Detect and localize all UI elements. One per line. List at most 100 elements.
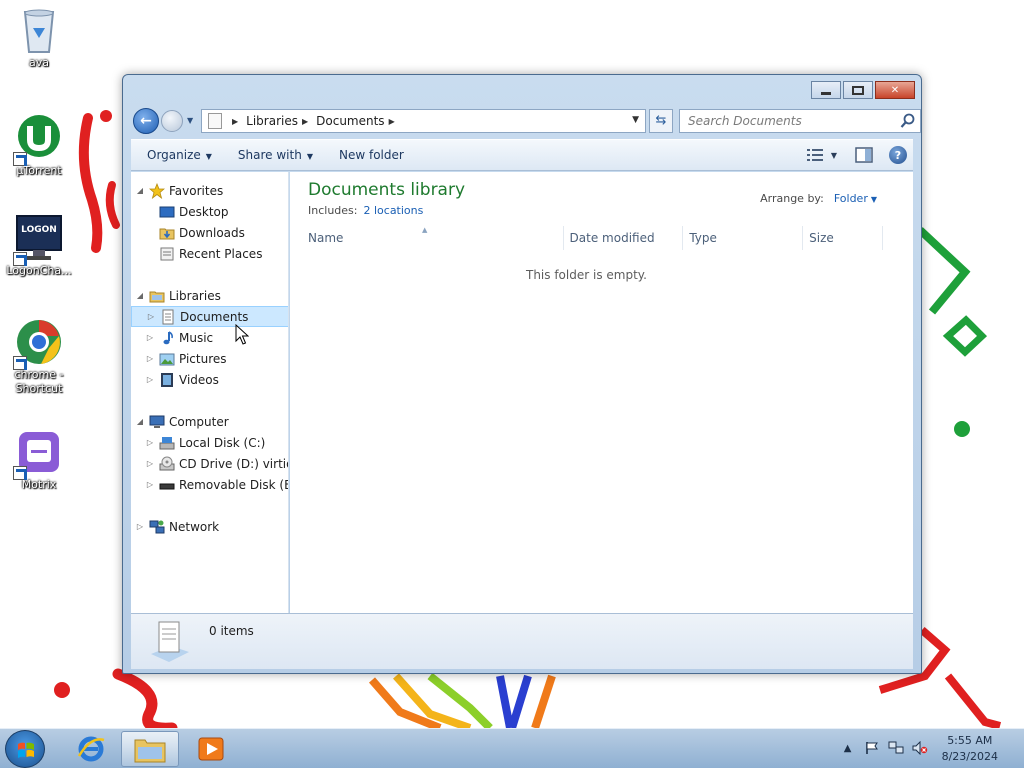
action-center-flag-icon[interactable] (864, 741, 880, 757)
desktop-icon-label: µTorrent (16, 164, 62, 177)
desktop-icon-motrix[interactable]: Motrix (1, 428, 77, 492)
collapse-arrow-icon[interactable]: ◢ (135, 291, 145, 300)
address-history-dropdown-icon[interactable]: ▼ (632, 115, 639, 125)
windows-logo-icon (18, 742, 34, 758)
nav-item-network[interactable]: ▷ Network (131, 516, 288, 537)
chevron-down-icon[interactable]: ▼ (871, 195, 877, 204)
mouse-pointer-icon (235, 324, 249, 345)
desktop-icon-label: Motrix (21, 478, 57, 491)
recent-pages-dropdown-icon[interactable]: ▼ (187, 116, 193, 125)
nav-item-local-disk[interactable]: ▷ Local Disk (C:) (131, 432, 288, 453)
volume-muted-icon[interactable] (912, 740, 928, 757)
expand-arrow-icon[interactable]: ▷ (135, 522, 145, 531)
expand-arrow-icon[interactable]: ▷ (145, 438, 155, 447)
address-bar[interactable]: ▶ Libraries ▶ Documents ▶ ▼ (201, 109, 646, 133)
taskbar-internet-explorer[interactable] (62, 731, 120, 767)
column-header-date-modified[interactable]: Date modified (564, 226, 684, 250)
address-row: ← ▼ ▶ Libraries ▶ Documents ▶ ▼ ⇆ (131, 107, 921, 135)
search-icon[interactable] (900, 113, 916, 129)
share-with-button[interactable]: Share with ▼ (228, 148, 323, 162)
desktop-icon-logonchanger[interactable]: LOGON LogonCha... (1, 214, 77, 278)
nav-item-libraries[interactable]: ◢ Libraries (131, 285, 288, 306)
nav-item-pictures[interactable]: ▷ Pictures (131, 348, 288, 369)
collapse-arrow-icon[interactable]: ◢ (135, 417, 145, 426)
desktop-icon-label: LogonCha... (6, 264, 72, 277)
nav-item-computer[interactable]: ◢ Computer (131, 411, 288, 432)
expand-arrow-icon[interactable]: ▷ (145, 354, 155, 363)
nav-label: Network (169, 519, 220, 534)
maximize-button[interactable] (843, 81, 873, 99)
start-button[interactable] (5, 730, 45, 768)
search-box[interactable] (679, 109, 921, 133)
removable-disk-icon (159, 477, 175, 493)
column-header-type[interactable]: Type (683, 226, 804, 250)
clock-date: 8/23/2024 (941, 750, 998, 763)
close-icon: ✕ (890, 84, 900, 96)
library-title: Documents library (308, 180, 466, 200)
desktop-folder-icon (159, 204, 175, 220)
navigation-pane: ◢ Favorites Desktop Downloads Recent Pla… (131, 172, 289, 613)
preview-pane-button[interactable] (853, 144, 875, 166)
expand-arrow-icon[interactable]: ▷ (145, 375, 155, 384)
clock[interactable]: 5:55 AM 8/23/2024 (942, 733, 998, 765)
chevron-down-icon: ▼ (830, 150, 837, 160)
taskbar-windows-explorer[interactable] (121, 731, 179, 767)
desktop-icon-ava[interactable]: ava (1, 6, 77, 70)
nav-item-desktop[interactable]: Desktop (131, 201, 288, 222)
nav-item-removable-disk[interactable]: ▷ Removable Disk (E:) (131, 474, 288, 495)
nav-item-downloads[interactable]: Downloads (131, 222, 288, 243)
back-arrow-icon: ← (140, 113, 152, 129)
desktop-icon-utorrent[interactable]: µTorrent (1, 114, 77, 178)
library-locations-link[interactable]: 2 locations (363, 204, 423, 217)
forward-button[interactable] (161, 110, 183, 132)
nav-label: Computer (169, 414, 229, 429)
change-view-button[interactable]: ▼ (803, 144, 841, 166)
network-status-icon[interactable] (888, 741, 904, 757)
desktop-icon-chrome[interactable]: chrome - Shortcut (1, 318, 77, 396)
libraries-icon (149, 288, 165, 304)
empty-folder-message: This folder is empty. (526, 268, 647, 282)
collapse-arrow-icon[interactable]: ◢ (135, 186, 145, 195)
nav-item-videos[interactable]: ▷ Videos (131, 369, 288, 390)
downloads-folder-icon (159, 225, 175, 241)
show-hidden-icons-icon[interactable]: ▲ (840, 741, 856, 757)
nav-label: Libraries (169, 288, 221, 303)
nav-label: Videos (179, 372, 219, 387)
nav-item-cd-drive[interactable]: ▷ CD Drive (D:) virtio-w (131, 453, 288, 474)
nav-label: Desktop (179, 204, 229, 219)
breadcrumb-documents[interactable]: Documents (316, 114, 384, 128)
shortcut-arrow-icon (13, 152, 27, 166)
preview-pane-icon (855, 147, 873, 163)
expand-arrow-icon[interactable]: ▷ (145, 333, 155, 342)
documents-icon (160, 309, 176, 325)
nav-item-recent-places[interactable]: Recent Places (131, 243, 288, 264)
breadcrumb-libraries[interactable]: Libraries (246, 114, 298, 128)
taskbar-media-player[interactable] (182, 731, 240, 767)
expand-arrow-icon[interactable]: ▷ (146, 312, 156, 321)
back-button[interactable]: ← (133, 108, 159, 134)
refresh-icon: ⇆ (655, 113, 667, 128)
help-button[interactable]: ? (889, 146, 907, 164)
expand-arrow-icon[interactable]: ▷ (145, 480, 155, 489)
videos-icon (159, 372, 175, 388)
sort-ascending-icon: ▲ (422, 226, 428, 234)
minimize-button[interactable] (811, 81, 841, 99)
refresh-button[interactable]: ⇆ (649, 109, 673, 133)
new-folder-button[interactable]: New folder (329, 148, 414, 162)
shortcut-arrow-icon (13, 466, 27, 480)
library-includes: Includes: 2 locations (308, 204, 423, 217)
close-button[interactable]: ✕ (875, 81, 915, 99)
nav-item-music[interactable]: ▷ Music (131, 327, 288, 348)
column-header-size[interactable]: Size (803, 226, 884, 250)
nav-item-favorites[interactable]: ◢ Favorites (131, 180, 288, 201)
organize-button[interactable]: Organize ▼ (137, 148, 222, 162)
breadcrumb-separator-icon[interactable]: ▶ (389, 117, 395, 126)
nav-label: Local Disk (C:) (179, 435, 266, 450)
expand-arrow-icon[interactable]: ▷ (145, 459, 155, 468)
search-input[interactable] (680, 110, 890, 132)
column-header-name[interactable]: ▲ Name (302, 226, 564, 250)
breadcrumb-separator-icon[interactable]: ▶ (302, 117, 308, 126)
breadcrumb-separator-icon[interactable]: ▶ (232, 117, 238, 126)
nav-item-documents[interactable]: ▷ Documents (131, 306, 288, 327)
arrange-by-dropdown[interactable]: Folder (834, 192, 868, 205)
